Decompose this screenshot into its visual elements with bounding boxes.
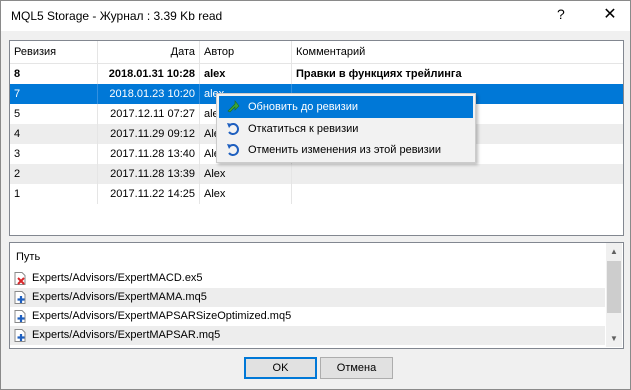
author-cell: alex xyxy=(200,64,292,84)
file-path: Experts/Advisors/ExpertMAMA.mq5 xyxy=(32,291,207,303)
revision-cell: 8 xyxy=(10,64,98,84)
ok-button[interactable]: OK xyxy=(244,357,317,379)
menu-item-label: Отменить изменения из этой ревизии xyxy=(248,144,442,156)
context-menu: Обновить до ревизии Откатиться к ревизии… xyxy=(216,93,476,163)
menu-item-label: Откатиться к ревизии xyxy=(248,123,359,135)
list-item[interactable]: Experts/Advisors/ExpertMAPSAR.mq5 xyxy=(10,326,605,345)
help-button[interactable]: ? xyxy=(557,6,565,22)
list-item[interactable]: Experts/Advisors/ExpertMACD.ex5 xyxy=(10,269,605,288)
comment-cell xyxy=(292,164,623,184)
file-added-icon xyxy=(14,329,26,342)
table-row[interactable]: 8 2018.01.31 10:28 alex Правки в функциях т… xyxy=(10,64,623,84)
list-item[interactable]: Experts/Advisors/ExpertMAMA.mq5 xyxy=(10,288,605,307)
menu-item-label: Обновить до ревизии xyxy=(248,101,359,113)
date-cell: 2017.12.11 07:27 xyxy=(98,104,200,124)
column-header-date[interactable]: Дата xyxy=(98,41,200,63)
file-path: Experts/Advisors/ExpertMACD.ex5 xyxy=(32,272,203,284)
table-row[interactable]: 2 2017.11.28 13:39 Alex xyxy=(10,164,623,184)
path-column-header: Путь xyxy=(16,251,41,263)
column-header-revision[interactable]: Ревизия xyxy=(10,41,98,63)
author-cell: Alex xyxy=(200,184,292,204)
revision-cell: 2 xyxy=(10,164,98,184)
menu-item-update-to-revision[interactable]: Обновить до ревизии xyxy=(219,96,473,118)
menu-item-revert-to-revision[interactable]: Откатиться к ревизии xyxy=(219,118,473,140)
file-path: Experts/Advisors/ExpertMAPSARSizeOptimiz… xyxy=(32,310,292,322)
cancel-button[interactable]: Отмена xyxy=(320,357,393,379)
revision-cell: 3 xyxy=(10,144,98,164)
table-row[interactable]: 1 2017.11.22 14:25 Alex xyxy=(10,184,623,204)
comment-cell: Правки в функциях трейлинга xyxy=(296,68,462,80)
revision-cell: 4 xyxy=(10,124,98,144)
mql5-storage-dialog: MQL5 Storage - Журнал : 3.39 Kb read ? ✕… xyxy=(0,0,631,390)
vertical-scrollbar[interactable]: ▲ ▼ xyxy=(606,243,622,347)
file-added-icon xyxy=(14,291,26,304)
comment-cell xyxy=(292,184,623,204)
scroll-up-icon[interactable]: ▲ xyxy=(606,243,622,260)
close-button[interactable]: ✕ xyxy=(597,4,623,26)
date-cell: 2017.11.28 13:39 xyxy=(98,164,200,184)
revert-arrow-icon xyxy=(227,144,239,156)
window-title: MQL5 Storage - Журнал : 3.39 Kb read xyxy=(11,9,223,23)
scroll-thumb[interactable] xyxy=(607,261,621,313)
menu-item-undo-changes-from-revision[interactable]: Отменить изменения из этой ревизии xyxy=(219,139,473,161)
file-deleted-icon xyxy=(14,272,26,285)
date-cell: 2018.01.31 10:28 xyxy=(98,64,200,84)
file-added-icon xyxy=(14,310,26,323)
column-header-author[interactable]: Автор xyxy=(200,41,292,63)
list-item[interactable]: Experts/Advisors/ExpertMAPSARSizeOptimiz… xyxy=(10,307,605,326)
revert-arrow-icon xyxy=(227,123,239,135)
revision-cell: 7 xyxy=(10,84,98,104)
date-cell: 2017.11.22 14:25 xyxy=(98,184,200,204)
scroll-down-icon[interactable]: ▼ xyxy=(606,330,622,347)
date-cell: 2017.11.28 13:40 xyxy=(98,144,200,164)
date-cell: 2017.11.29 09:12 xyxy=(98,124,200,144)
column-header-comment[interactable]: Комментарий xyxy=(292,41,623,63)
table-header: Ревизия Дата Автор Комментарий xyxy=(10,41,623,64)
changed-files-list[interactable]: Путь Experts/Advisors/ExpertMACD.ex5 Expe… xyxy=(9,242,624,349)
revision-cell: 1 xyxy=(10,184,98,204)
title-bar: MQL5 Storage - Журнал : 3.39 Kb read ? ✕ xyxy=(1,1,630,31)
revision-cell: 5 xyxy=(10,104,98,124)
date-cell: 2018.01.23 10:20 xyxy=(98,84,200,104)
update-arrow-icon xyxy=(227,100,240,113)
file-path: Experts/Advisors/ExpertMAPSAR.mq5 xyxy=(32,329,221,341)
author-cell: Alex xyxy=(200,164,292,184)
